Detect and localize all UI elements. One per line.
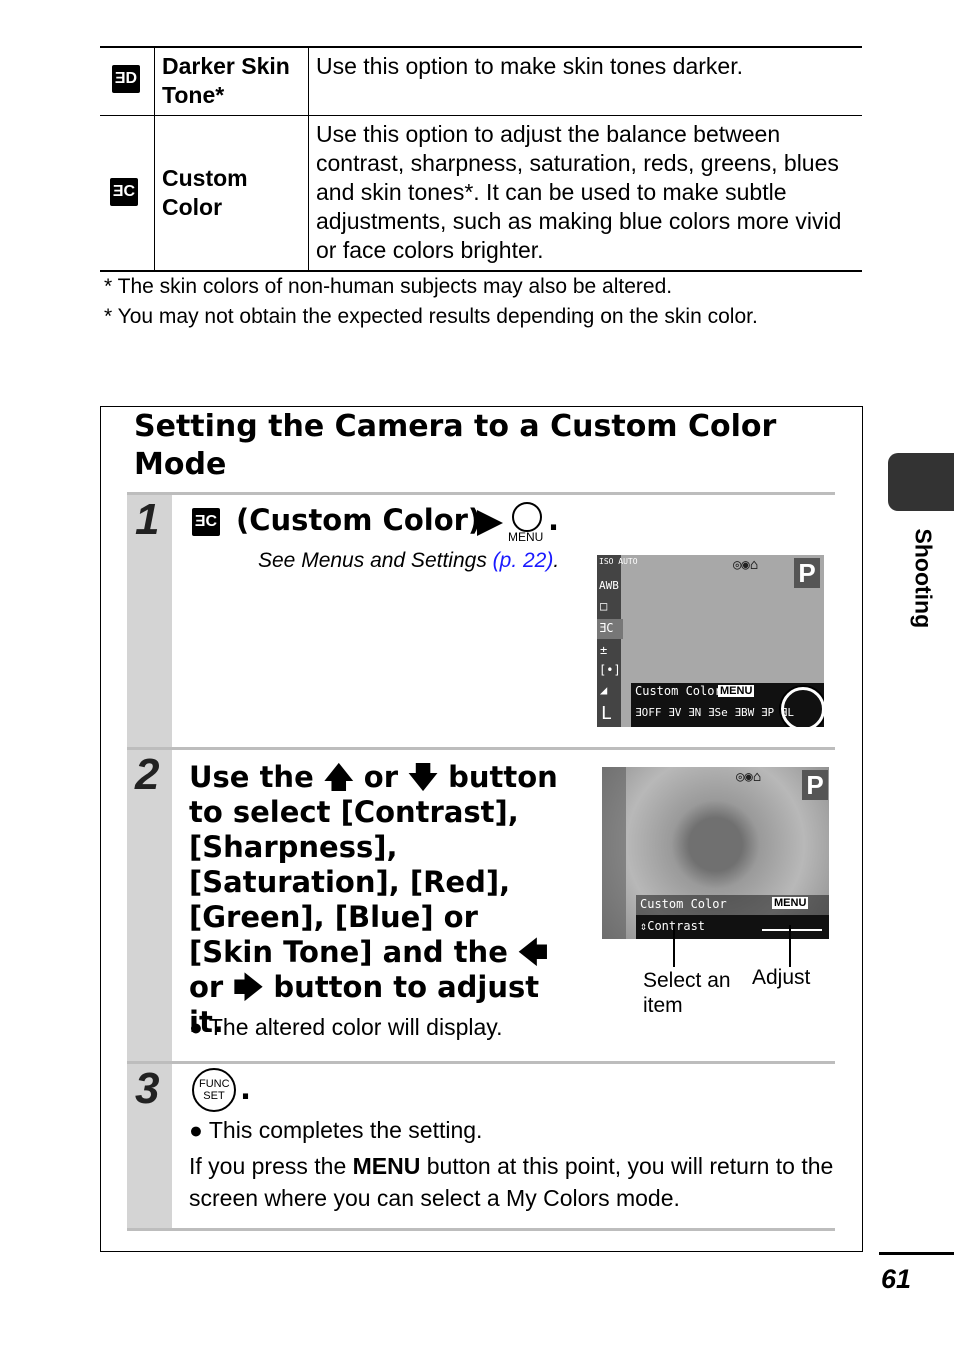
- side-tab[interactable]: [888, 453, 954, 511]
- page-link[interactable]: (p. 22): [493, 549, 554, 572]
- bullet-text: ● The altered color will display.: [189, 1014, 503, 1040]
- lcd-menu-badge: MENU: [718, 685, 755, 697]
- func-set-button-icon: FUNC SET: [192, 1068, 236, 1112]
- footnote: * You may not obtain the expected result…: [104, 305, 758, 328]
- drive-icon: □: [600, 599, 608, 613]
- section-title: Setting the Camera to a Custom Color Mod…: [134, 409, 777, 482]
- lcd-menu-badge: MENU: [772, 897, 809, 909]
- side-tab-label: Shooting: [910, 528, 937, 629]
- status-icons: ◎◉⌂: [733, 557, 759, 573]
- selection-highlight: [781, 687, 824, 727]
- program-mode-icon: P: [802, 770, 828, 800]
- step-number: 2: [135, 750, 160, 799]
- option-name: Darker Skin Tone*: [162, 53, 290, 108]
- exposure-icon: ±: [600, 643, 608, 657]
- step-number: 3: [135, 1064, 160, 1113]
- callout-adjust: Adjust: [752, 966, 811, 989]
- my-colors-icon: ƎC: [599, 621, 614, 635]
- awb-icon: AWB: [599, 579, 619, 592]
- program-mode-icon: P: [794, 558, 820, 588]
- lcd-options: ƎOFF ƎV ƎN ƎSe ƎBW ƎP ƎL: [635, 706, 794, 719]
- lcd-label: Custom Color: [640, 897, 727, 911]
- lcd-screen-custom-color-adjust: ◎◉⌂ P Custom Color MENU ⇕Contrast: [602, 767, 829, 939]
- iso-icon: ISO AUTO: [599, 557, 638, 566]
- compression-icon: ◢: [600, 683, 608, 697]
- option-name: Custom Color: [162, 165, 248, 220]
- menu-button-label: MENU: [508, 530, 544, 544]
- left-arrow-icon: 🡄: [517, 935, 548, 969]
- step1-heading: (Custom Color): [236, 503, 482, 537]
- bullet-text: ● This completes the setting.: [189, 1117, 483, 1143]
- right-arrow-icon: 🡆: [233, 970, 264, 1004]
- period: .: [548, 503, 560, 537]
- option-description: Use this option to make skin tones darke…: [316, 53, 743, 79]
- arrow-right-icon: [477, 510, 503, 536]
- callout-select: Select an item: [643, 969, 731, 1017]
- menu-button-icon: [512, 502, 542, 532]
- status-icons: ◎◉⌂: [736, 769, 762, 785]
- resolution-icon: L: [601, 703, 612, 724]
- step2-heading: Use the 🡅 or 🡇 button to select [Contras…: [189, 760, 558, 1039]
- custom-color-icon: ƎC: [110, 178, 138, 206]
- lcd-screen-custom-color-menu: ISO AUTO AWB □ ƎC ± [•] ◢ L ◎◉⌂ P Custom…: [597, 555, 824, 727]
- option-description: Use this option to adjust the balance be…: [316, 121, 842, 263]
- period: .: [553, 549, 560, 572]
- adjust-slider: [762, 929, 822, 931]
- metering-icon: [•]: [599, 663, 621, 677]
- step-number: 1: [135, 495, 160, 544]
- darker-skin-tone-icon: ƎD: [112, 65, 140, 93]
- down-arrow-icon: 🡇: [408, 760, 438, 794]
- up-arrow-icon: 🡅: [323, 760, 354, 794]
- lcd-label: Custom Color: [635, 684, 722, 698]
- page-number: 61: [881, 1264, 912, 1294]
- footnote: * The skin colors of non-human subjects …: [104, 275, 673, 298]
- see-reference: See Menus and Settings: [258, 549, 493, 572]
- custom-color-icon: ƎC: [192, 508, 220, 536]
- step3-text: If you press the MENU button at this poi…: [189, 1153, 834, 1211]
